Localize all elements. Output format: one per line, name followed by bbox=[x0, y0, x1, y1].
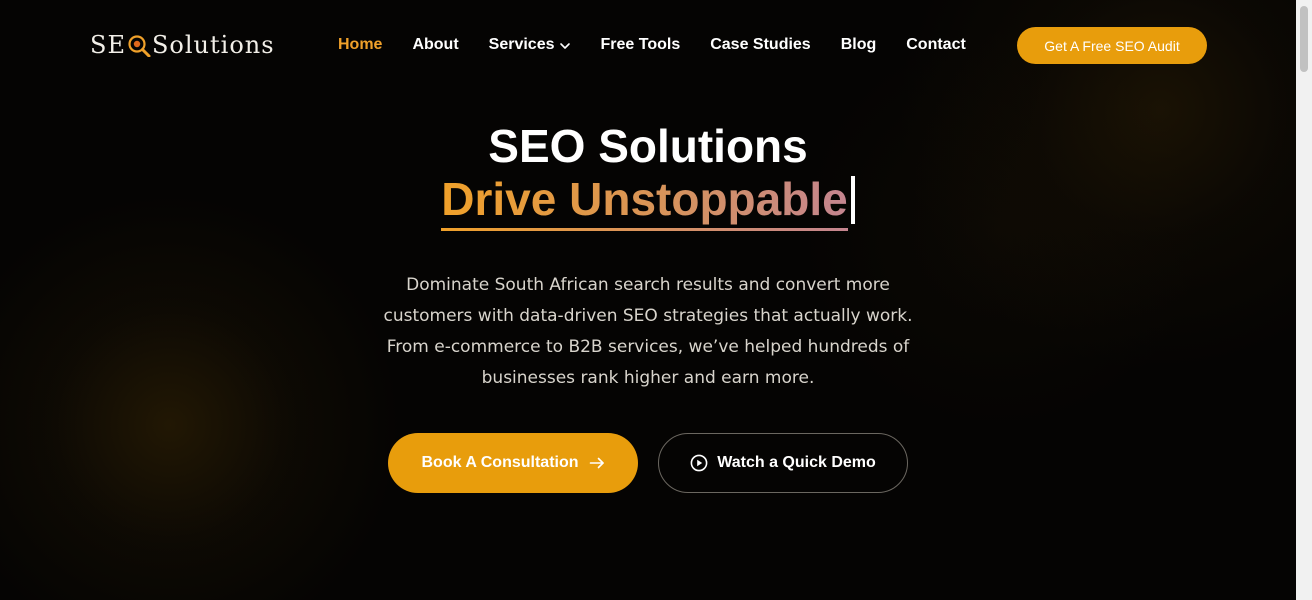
vertical-scrollbar[interactable] bbox=[1296, 0, 1312, 600]
nav-item-label: Services bbox=[488, 36, 555, 53]
nav-item-case-studies[interactable]: Case Studies bbox=[710, 36, 810, 54]
book-consultation-button[interactable]: Book A Consultation bbox=[388, 433, 638, 493]
magnifier-icon bbox=[127, 33, 151, 58]
nav-item-about[interactable]: About bbox=[412, 36, 458, 54]
hero-description-line: customers with data-driven SEO strategie… bbox=[383, 306, 913, 326]
nav-item-label: Case Studies bbox=[710, 36, 811, 53]
page: SE Solutions Home About Services Free To… bbox=[0, 0, 1296, 600]
scrollbar-thumb[interactable] bbox=[1300, 6, 1308, 72]
nav-item-label: Contact bbox=[906, 36, 966, 53]
chevron-down-icon bbox=[559, 39, 571, 51]
free-seo-audit-label: Get A Free SEO Audit bbox=[1044, 37, 1180, 54]
free-seo-audit-button[interactable]: Get A Free SEO Audit bbox=[1017, 27, 1207, 64]
main-nav: Home About Services Free Tools Case Stud… bbox=[338, 34, 996, 56]
nav-item-blog[interactable]: Blog bbox=[841, 36, 877, 54]
hero-description: Dominate South African search results an… bbox=[348, 270, 948, 394]
nav-item-home[interactable]: Home bbox=[338, 36, 382, 54]
typing-cursor bbox=[850, 176, 855, 224]
nav-item-services[interactable]: Services bbox=[489, 36, 571, 54]
hero-description-line: From e-commerce to B2B services, we’ve h… bbox=[386, 337, 910, 357]
watch-demo-button[interactable]: Watch a Quick Demo bbox=[658, 433, 908, 493]
nav-item-label: Home bbox=[338, 36, 383, 53]
hero-description-line: Dominate South African search results an… bbox=[406, 275, 890, 295]
nav-item-label: About bbox=[412, 36, 459, 53]
nav-item-label: Free Tools bbox=[600, 36, 681, 53]
hero-title: SEO Solutions bbox=[488, 120, 808, 172]
nav-item-contact[interactable]: Contact bbox=[906, 36, 966, 54]
arrow-right-icon bbox=[589, 455, 605, 471]
hero-description-line: businesses rank higher and earn more. bbox=[481, 368, 815, 388]
hero-typed-text: Drive Unstoppable bbox=[441, 170, 848, 231]
hero-typed-line: Drive Unstoppable bbox=[0, 170, 1296, 231]
nav-item-free-tools[interactable]: Free Tools bbox=[601, 36, 681, 54]
watch-demo-label: Watch a Quick Demo bbox=[717, 454, 876, 471]
nav-item-label: Blog bbox=[840, 36, 877, 53]
site-logo[interactable]: SE Solutions bbox=[90, 29, 275, 61]
logo-text-start: SE bbox=[90, 31, 126, 59]
logo-text-end: Solutions bbox=[151, 31, 275, 59]
play-circle-icon bbox=[690, 454, 708, 472]
book-consultation-label: Book A Consultation bbox=[421, 454, 579, 471]
